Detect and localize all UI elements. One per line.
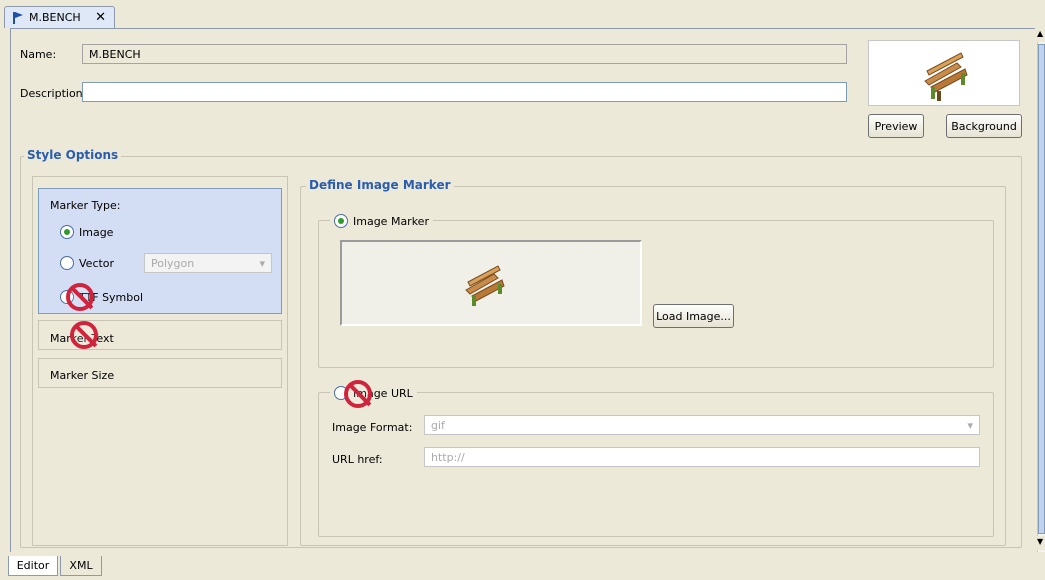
not-allowed-icon <box>66 283 94 311</box>
name-label: Name: <box>20 48 57 61</box>
marker-type-title: Marker Type: <box>50 199 121 212</box>
flag-icon <box>13 11 23 24</box>
scrollbar-thumb[interactable] <box>1038 44 1045 534</box>
image-format-value: gif <box>431 418 445 432</box>
tab-xml-label: XML <box>69 559 93 572</box>
not-allowed-icon <box>70 321 98 349</box>
chevron-up-icon: ▲ <box>1037 29 1044 38</box>
preview-button[interactable]: Preview <box>868 114 924 138</box>
close-icon[interactable]: ✕ <box>95 10 106 25</box>
chevron-down-icon: ▾ <box>259 256 265 270</box>
chevron-down-icon: ▾ <box>967 418 973 432</box>
vector-type-value: Polygon <box>151 256 195 270</box>
image-marker-radio[interactable] <box>334 214 348 228</box>
image-format-label: Image Format: <box>332 421 413 434</box>
marker-size-label: Marker Size <box>50 369 115 382</box>
image-option[interactable]: Image <box>60 225 113 239</box>
image-preview-box <box>340 240 642 326</box>
document-tabstrip: M.BENCH ✕ <box>0 0 1045 28</box>
document-tab-title: M.BENCH <box>29 11 81 24</box>
tab-xml[interactable]: XML <box>60 556 102 576</box>
image-marker-option[interactable]: Image Marker <box>330 214 433 228</box>
vector-option-label: Vector <box>79 256 115 270</box>
background-button[interactable]: Background <box>946 114 1022 138</box>
description-label: Description: <box>20 87 87 100</box>
style-options-title: Style Options <box>24 148 122 162</box>
scroll-down-button[interactable]: ▼ <box>1037 536 1045 550</box>
vector-option[interactable]: Vector <box>60 256 114 270</box>
define-image-marker-title: Define Image Marker <box>306 178 454 192</box>
url-href-label: URL href: <box>332 453 383 466</box>
chevron-down-icon: ▼ <box>1037 537 1044 546</box>
url-href-field[interactable]: http:// <box>424 447 980 467</box>
vector-radio[interactable] <box>60 256 74 270</box>
image-format-select[interactable]: gif ▾ <box>424 415 980 435</box>
image-option-label: Image <box>79 225 114 239</box>
vector-type-select[interactable]: Polygon ▾ <box>144 253 272 273</box>
name-field[interactable]: M.BENCH <box>82 44 847 64</box>
tab-editor[interactable]: Editor <box>8 556 58 576</box>
load-image-button[interactable]: Load Image... <box>653 304 734 328</box>
scroll-up-button[interactable]: ▲ <box>1037 28 1045 42</box>
image-marker-label: Image Marker <box>353 214 429 228</box>
image-radio[interactable] <box>60 225 74 239</box>
description-field[interactable] <box>82 82 847 102</box>
tab-editor-label: Editor <box>16 559 50 572</box>
preview-image-box <box>868 40 1020 106</box>
bench-image <box>924 52 968 101</box>
not-allowed-icon <box>344 380 372 408</box>
bench-image <box>465 265 505 306</box>
document-tab[interactable]: M.BENCH ✕ <box>4 6 115 28</box>
